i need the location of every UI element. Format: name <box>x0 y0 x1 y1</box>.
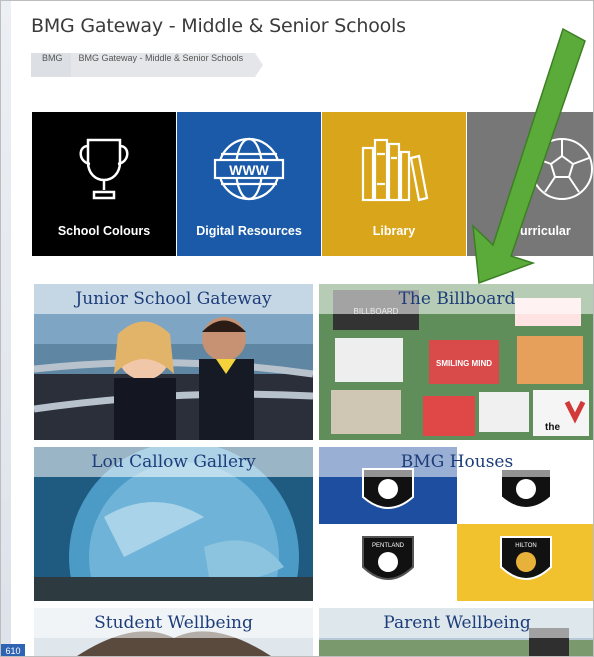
svg-text:the: the <box>545 422 560 433</box>
breadcrumb-item-bmg[interactable]: BMG <box>31 53 71 77</box>
card-title: BMG Houses <box>319 447 593 477</box>
card-title: The Billboard <box>319 284 593 314</box>
quick-link-label: Curricular <box>511 224 571 238</box>
quick-link-label: Digital Resources <box>196 224 302 238</box>
card-title: Lou Callow Gallery <box>34 447 313 477</box>
card-lou-callow-gallery[interactable]: Lou Callow Gallery <box>34 447 313 601</box>
card-bmg-houses[interactable]: PENTLAND HILTON BMG Houses <box>319 447 593 601</box>
left-edge-strip <box>1 1 11 656</box>
card-the-billboard[interactable]: BILLBOARD SMILING MIND the The Billboard <box>319 284 593 440</box>
breadcrumb-item-gateway[interactable]: BMG Gateway - Middle & Senior Schools <box>70 53 263 77</box>
breadcrumb: BMG BMG Gateway - Middle & Senior School… <box>31 53 263 77</box>
card-title: Junior School Gateway <box>34 284 313 314</box>
quick-link-co-curricular[interactable]: Curricular <box>467 112 593 256</box>
card-student-wellbeing[interactable]: Student Wellbeing <box>34 608 313 656</box>
books-icon <box>359 132 429 206</box>
svg-text:PENTLAND: PENTLAND <box>372 543 405 549</box>
quick-link-library[interactable]: Library <box>322 112 466 256</box>
page-number-badge: 610 <box>1 644 25 656</box>
page-frame: BMG Gateway - Middle & Senior Schools BM… <box>0 0 594 657</box>
card-title: Student Wellbeing <box>34 608 313 638</box>
globe-www-icon: WWW <box>209 132 289 206</box>
svg-text:SMILING MIND: SMILING MIND <box>436 359 492 368</box>
card-junior-school-gateway[interactable]: Junior School Gateway <box>34 284 313 440</box>
svg-text:HILTON: HILTON <box>515 543 536 549</box>
card-title: Parent Wellbeing <box>319 608 593 638</box>
trophy-icon <box>72 132 136 206</box>
page-title: BMG Gateway - Middle & Senior Schools <box>31 15 406 37</box>
quick-link-school-colours[interactable]: School Colours <box>32 112 176 256</box>
quick-link-digital-resources[interactable]: WWW Digital Resources <box>177 112 321 256</box>
quick-link-label: Library <box>372 224 416 238</box>
card-parent-wellbeing[interactable]: Parent Wellbeing <box>319 608 593 656</box>
quick-link-label: School Colours <box>57 224 151 238</box>
svg-text:WWW: WWW <box>229 162 269 178</box>
soccer-ball-icon <box>527 132 593 206</box>
